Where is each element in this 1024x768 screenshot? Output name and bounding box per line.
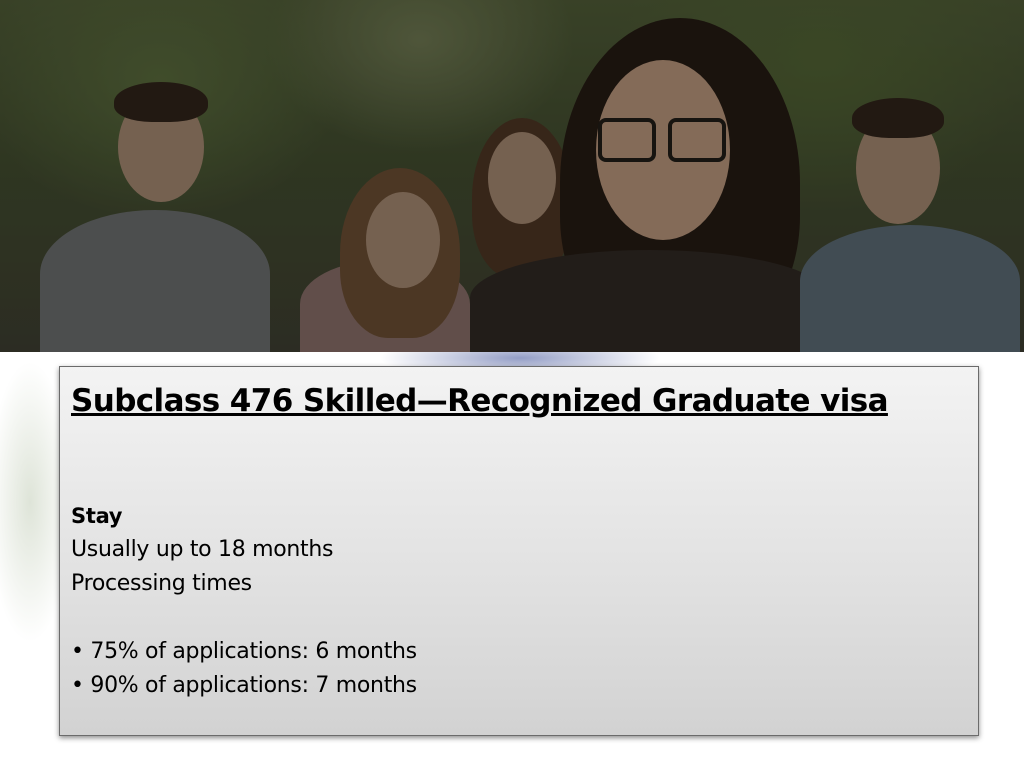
slide: Subclass 476 Skilled—Recognized Graduate… xyxy=(0,0,1024,768)
processing-label: Processing times xyxy=(71,571,252,596)
bullet-item: • 90% of applications: 7 months xyxy=(71,673,417,698)
stay-label: Stay xyxy=(71,504,123,528)
header-photo-students xyxy=(0,0,1024,352)
bullet-item: • 75% of applications: 6 months xyxy=(71,639,417,664)
content-body: Stay Usually up to 18 months Processing … xyxy=(71,499,967,703)
stay-value: Usually up to 18 months xyxy=(71,537,334,562)
slide-title: Subclass 476 Skilled—Recognized Graduate… xyxy=(71,383,889,419)
content-box: Subclass 476 Skilled—Recognized Graduate… xyxy=(59,366,979,736)
photo-dim-overlay xyxy=(0,0,1024,352)
